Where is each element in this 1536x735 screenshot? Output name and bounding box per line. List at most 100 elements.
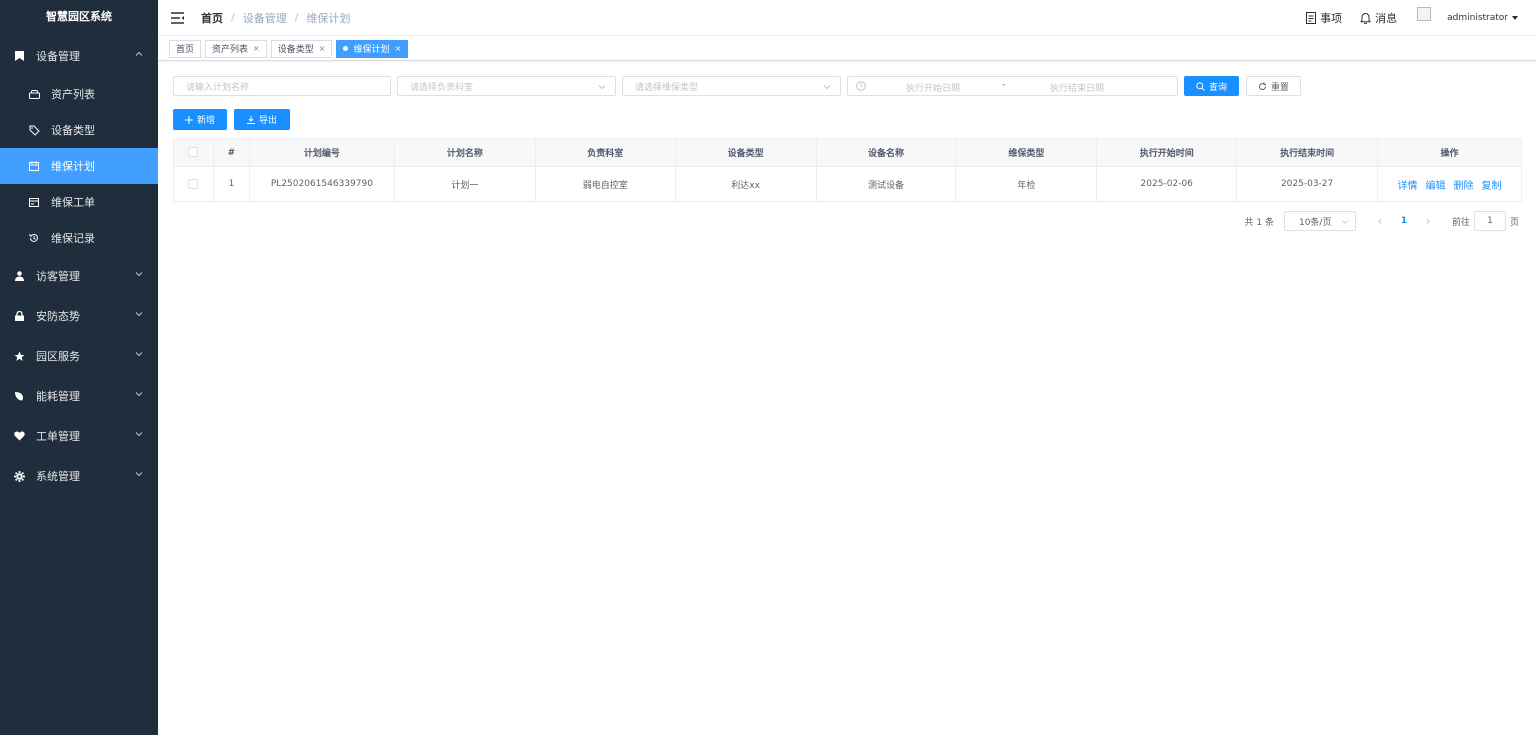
add-button[interactable]: 新增 — [173, 109, 227, 130]
sidebar-group-security[interactable]: 安防态势 — [0, 296, 158, 336]
sidebar-group-work-order-management[interactable]: 工单管理 — [0, 416, 158, 456]
sidebar-item-asset-list[interactable]: 资产列表 — [0, 76, 158, 112]
cell-plan-code: PL2502061546339790 — [248, 166, 395, 202]
close-icon[interactable]: × — [319, 44, 326, 53]
cell-index: 1 — [212, 166, 250, 202]
date-range-picker[interactable]: 执行开始日期 - 执行结束日期 — [847, 76, 1178, 96]
user-icon — [13, 270, 25, 282]
maintenance-plan-table: # 计划编号 计划名称 负责科室 设备类型 设备名称 维保类型 执行开始时间 执… — [173, 138, 1522, 202]
export-button[interactable]: 导出 — [234, 109, 290, 130]
start-date-placeholder: 执行开始日期 — [906, 84, 961, 94]
column-header: # — [212, 138, 250, 167]
header-select-all[interactable] — [173, 138, 214, 167]
todo-link[interactable]: 事项 — [1306, 10, 1342, 26]
page-number-current[interactable]: 1 — [1394, 216, 1414, 226]
breadcrumb: 首页 / 设备管理 / 维保计划 — [201, 10, 350, 26]
add-button-label: 新增 — [196, 116, 215, 126]
breadcrumb-separator: / — [294, 11, 299, 24]
cell-operations: 详情 编辑 删除 复制 — [1377, 166, 1522, 202]
heart-icon — [13, 430, 25, 442]
reset-button[interactable]: 重置 — [1246, 76, 1301, 96]
sidebar-group-park-services[interactable]: 园区服务 — [0, 336, 158, 376]
submenu-device-management: 资产列表 设备类型 维保计划 维保工单 维保记录 — [0, 76, 158, 256]
tag-asset-list[interactable]: 资产列表 × — [205, 39, 267, 58]
goto-suffix: 页 — [1509, 217, 1519, 228]
delete-link[interactable]: 删除 — [1454, 181, 1474, 192]
row-checkbox[interactable] — [188, 178, 199, 189]
sidebar-group-device-management[interactable]: 设备管理 — [0, 36, 158, 76]
bell-icon — [1360, 13, 1372, 24]
export-button-label: 导出 — [258, 116, 277, 126]
sidebar-item-maintenance-record[interactable]: 维保记录 — [0, 220, 158, 256]
table-row: 1 PL2502061546339790 计划一 弱电自控室 利达xx 测试设备… — [173, 166, 1522, 202]
app-title: 智慧园区系统 — [46, 10, 112, 23]
caret-down-icon — [1512, 16, 1518, 20]
search-button-label: 查询 — [1208, 82, 1227, 93]
cell-start-time: 2025-02-06 — [1096, 166, 1238, 202]
sidebar-group-label: 工单管理 — [36, 430, 80, 443]
department-placeholder: 请选择负责科室 — [410, 82, 474, 93]
plan-name-input[interactable]: 请输入计划名称 — [173, 76, 391, 96]
close-icon[interactable]: × — [253, 44, 260, 53]
user-menu[interactable]: administrator — [1447, 13, 1518, 23]
search-button[interactable]: 查询 — [1184, 76, 1239, 96]
sidebar-group-energy-management[interactable]: 能耗管理 — [0, 376, 158, 416]
page-size-select[interactable]: 10条/页 — [1283, 211, 1356, 231]
close-icon[interactable]: × — [394, 44, 401, 53]
column-header: 负责科室 — [534, 138, 676, 167]
cell-department: 弱电自控室 — [534, 166, 676, 202]
sidebar-group-label: 能耗管理 — [36, 390, 80, 403]
sidebar-item-device-type[interactable]: 设备类型 — [0, 112, 158, 148]
tag-device-type[interactable]: 设备类型 × — [270, 39, 333, 58]
cell-plan-name: 计划一 — [393, 166, 536, 202]
range-separator: - — [1002, 80, 1006, 90]
sidebar-item-label: 资产列表 — [51, 88, 95, 101]
lock-icon — [13, 310, 25, 322]
cell-end-time: 2025-03-27 — [1236, 166, 1379, 202]
copy-link[interactable]: 复制 — [1482, 181, 1502, 192]
tag-label: 设备类型 — [277, 45, 314, 55]
breadcrumb-separator: / — [231, 11, 235, 24]
search-form: 请输入计划名称 请选择负责科室 请选择维保类型 执行开始日期 - 执行结束日期 … — [173, 76, 1536, 96]
sidebar-item-maintenance-plan[interactable]: 维保计划 — [0, 148, 158, 184]
tag-label: 资产列表 — [212, 45, 249, 55]
cell-maintenance-type: 年检 — [955, 166, 1098, 202]
message-label: 消息 — [1375, 12, 1398, 25]
select-all-checkbox[interactable] — [188, 147, 199, 158]
breadcrumb-current: 维保计划 — [306, 11, 351, 25]
table-header-row: # 计划编号 计划名称 负责科室 设备类型 设备名称 维保类型 执行开始时间 执… — [173, 138, 1522, 167]
detail-link[interactable]: 详情 — [1398, 181, 1418, 192]
hdd-icon — [28, 88, 40, 100]
breadcrumb-device-management: 设备管理 — [242, 11, 287, 25]
star-icon — [13, 350, 25, 362]
sidebar-group-system-management[interactable]: 系统管理 — [0, 456, 158, 496]
sidebar-group-label: 安防态势 — [36, 310, 80, 323]
breadcrumb-home[interactable]: 首页 — [201, 10, 223, 26]
active-dot-icon — [343, 46, 349, 51]
maintenance-type-select[interactable]: 请选择维保类型 — [622, 76, 841, 96]
refresh-icon — [1258, 82, 1266, 90]
prev-page-button[interactable]: ‹ — [1370, 214, 1390, 228]
sidebar-group-visitor-management[interactable]: 访客管理 — [0, 256, 158, 296]
avatar[interactable] — [1417, 7, 1432, 21]
sidebar-group-label: 园区服务 — [36, 350, 80, 363]
edit-link[interactable]: 编辑 — [1426, 181, 1446, 192]
row-select-cell[interactable] — [173, 166, 214, 202]
cell-device-name: 测试设备 — [815, 166, 957, 202]
sidebar-item-maintenance-order[interactable]: 维保工单 — [0, 184, 158, 220]
document-icon — [1306, 12, 1317, 24]
end-date-placeholder: 执行结束日期 — [1050, 84, 1105, 94]
goto-page-input[interactable]: 1 — [1473, 211, 1506, 231]
chevron-down-icon — [135, 472, 143, 477]
department-select[interactable]: 请选择负责科室 — [397, 76, 616, 96]
message-link[interactable]: 消息 — [1360, 10, 1397, 26]
chevron-down-icon — [135, 272, 143, 277]
tag-maintenance-plan[interactable]: 维保计划 × — [336, 39, 409, 58]
chevron-down-icon — [135, 432, 143, 437]
tag-home[interactable]: 首页 — [169, 39, 202, 58]
next-page-button[interactable]: › — [1418, 214, 1438, 228]
chevron-up-icon — [135, 51, 143, 56]
chevron-down-icon — [823, 85, 831, 90]
column-header: 执行开始时间 — [1096, 138, 1238, 167]
hamburger-icon[interactable] — [171, 11, 185, 24]
